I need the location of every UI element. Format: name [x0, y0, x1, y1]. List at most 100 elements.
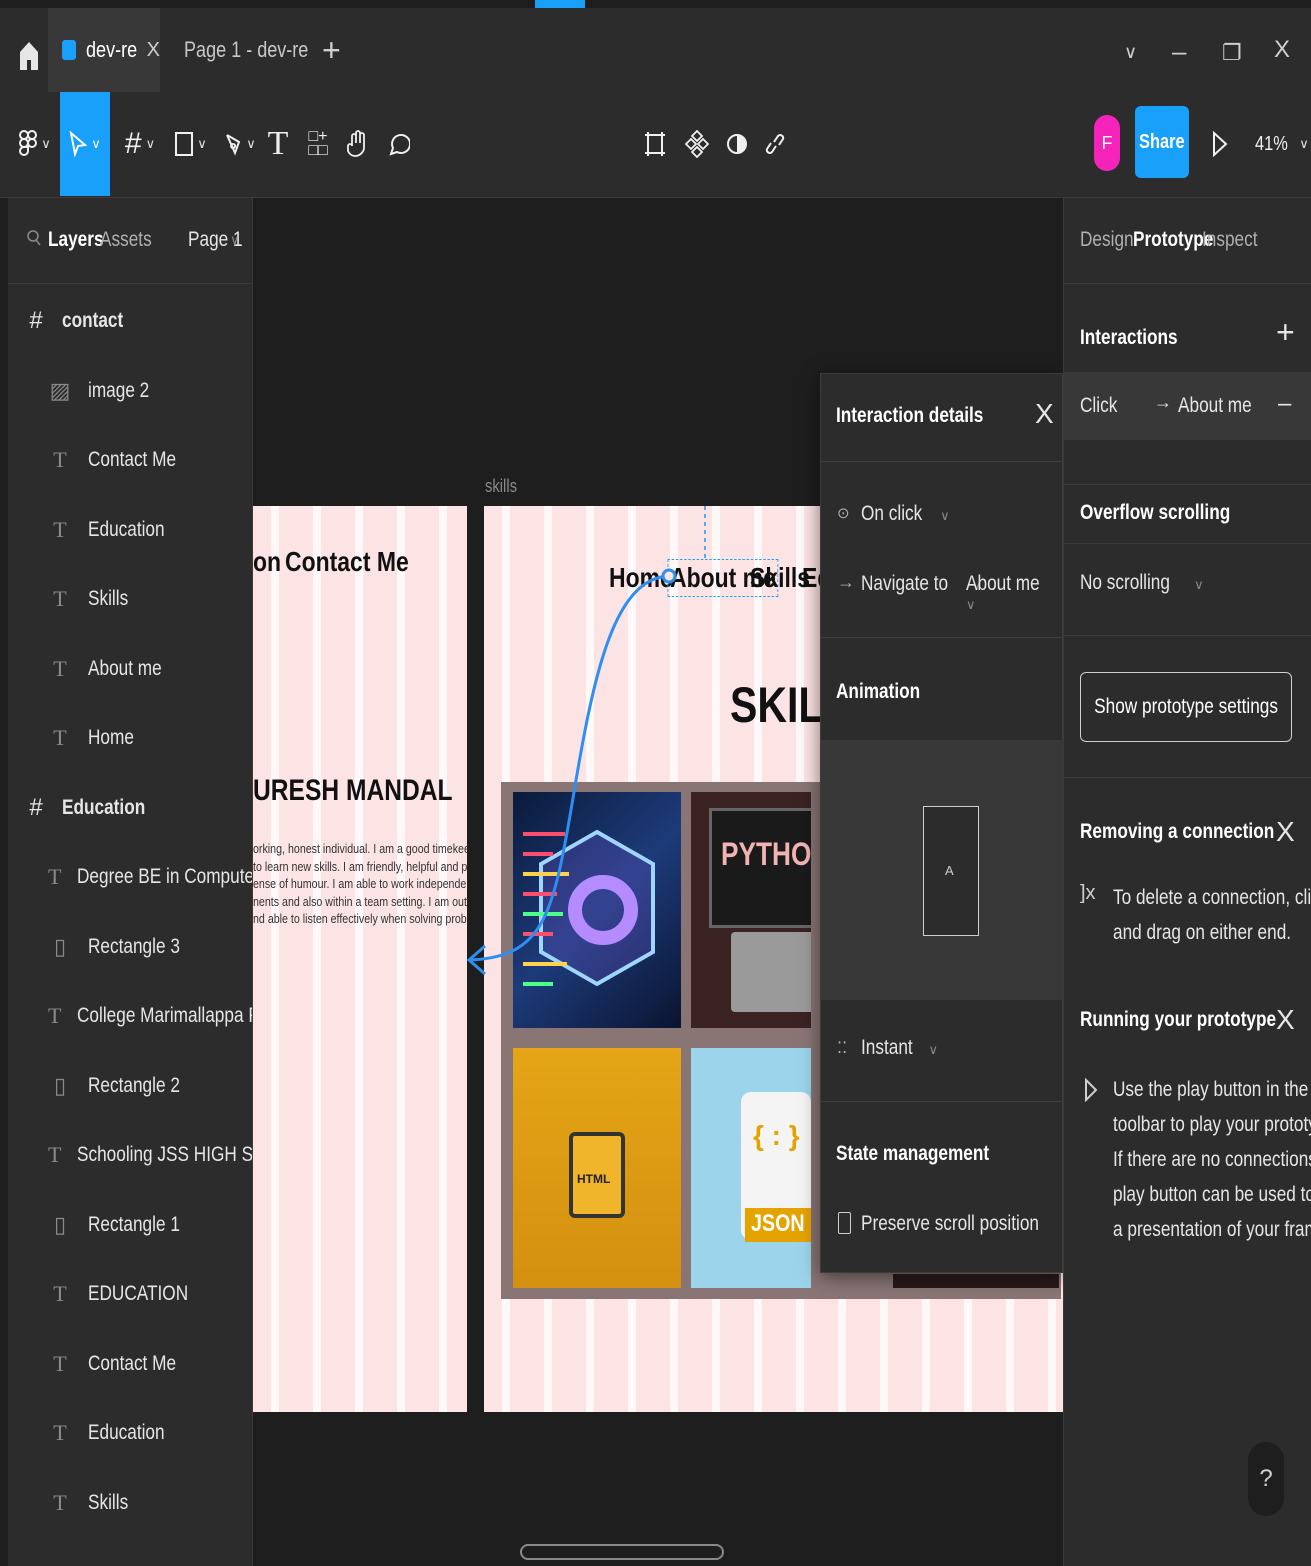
- page-selector[interactable]: Page 1: [188, 228, 252, 252]
- close-tip-icon[interactable]: X: [1276, 1004, 1295, 1036]
- action-dropdown[interactable]: Navigate to ∨: [861, 572, 981, 596]
- create-component-button[interactable]: [682, 118, 712, 170]
- interaction-row[interactable]: Click → About me –: [1064, 372, 1311, 440]
- close-window-icon[interactable]: X: [1274, 36, 1290, 64]
- text-layer-icon: T: [53, 725, 67, 750]
- share-button[interactable]: Share: [1135, 106, 1189, 178]
- tab-dev-re[interactable]: dev-re X: [48, 8, 160, 92]
- link-button[interactable]: [760, 118, 790, 170]
- resources-tool-button[interactable]: □+ □□: [304, 118, 332, 170]
- layer-row[interactable]: T Home: [8, 703, 252, 773]
- tab-label: dev-re: [86, 37, 138, 62]
- overflow-dropdown[interactable]: No scrolling ∨: [1080, 571, 1204, 595]
- layer-row[interactable]: T Schooling JSS HIGH SCHOOL...: [8, 1120, 252, 1190]
- hand-tool-button[interactable]: [342, 118, 374, 170]
- add-interaction-icon[interactable]: +: [1276, 314, 1295, 351]
- layer-label: contact: [62, 309, 124, 332]
- layer-row-frame[interactable]: # contact: [8, 286, 252, 356]
- layer-row[interactable]: ▯ Rectangle 1: [8, 1190, 252, 1260]
- layer-row[interactable]: T Degree BE in Computer Scien...: [8, 842, 252, 912]
- pen-tool-button[interactable]: ∨: [220, 118, 260, 170]
- tab-design[interactable]: Design: [1080, 228, 1134, 252]
- trigger-dropdown[interactable]: On click ∨: [861, 502, 950, 526]
- layer-label: Rectangle 1: [88, 1212, 180, 1236]
- connection-start-handle[interactable]: [661, 568, 677, 584]
- layer-row-frame[interactable]: # Education: [8, 773, 252, 843]
- layer-row[interactable]: ▯ Rectangle 3: [8, 912, 252, 982]
- text-layer-icon: T: [48, 1142, 62, 1167]
- show-prototype-settings-button[interactable]: Show prototype settings: [1080, 672, 1292, 742]
- layer-row[interactable]: T Education: [8, 1398, 252, 1468]
- close-tip-icon[interactable]: X: [1276, 816, 1295, 848]
- layer-row[interactable]: T Skills: [8, 564, 252, 634]
- tab-close-icon[interactable]: X: [147, 39, 160, 62]
- mask-button[interactable]: [722, 118, 752, 170]
- preserve-scroll-label[interactable]: Preserve scroll position: [861, 1212, 1039, 1236]
- preserve-scroll-checkbox[interactable]: [838, 1212, 851, 1234]
- instant-icon: ⁚⁚: [837, 1040, 848, 1057]
- component-tool-button[interactable]: [640, 118, 670, 170]
- shape-tool-button[interactable]: ∨: [170, 118, 212, 170]
- prototype-settings-label: Show prototype settings: [1094, 695, 1278, 718]
- running-text-line: a presentation of your frames.: [1113, 1218, 1311, 1241]
- home-icon[interactable]: [18, 38, 40, 72]
- frame-hash-icon: #: [124, 127, 142, 160]
- layer-label: Rectangle 3: [88, 934, 180, 958]
- comment-tool-button[interactable]: [384, 118, 414, 170]
- running-text-line: toolbar to play your prototype.: [1113, 1113, 1311, 1136]
- destination-dropdown[interactable]: About me ∨: [966, 572, 1064, 614]
- present-button[interactable]: [1206, 118, 1234, 170]
- rectangle-layer-icon: ▯: [53, 933, 67, 959]
- destination-value: About me: [966, 572, 1040, 595]
- layer-row[interactable]: ▯ Rectangle 2: [8, 1051, 252, 1121]
- image-layer-icon: ▨: [49, 377, 71, 403]
- transition-dropdown[interactable]: Instant ∨: [861, 1036, 938, 1060]
- layer-row[interactable]: T About me: [8, 634, 252, 704]
- canvas-scrollbar[interactable]: [520, 1544, 724, 1560]
- layer-label: College Marimallappa PU Coll...: [77, 1004, 252, 1027]
- tab-layers[interactable]: Layers: [48, 228, 104, 252]
- animation-title: Animation: [836, 680, 921, 703]
- tab-assets[interactable]: Assets: [100, 228, 152, 252]
- text-t-icon: T: [267, 125, 289, 162]
- restore-icon[interactable]: ❐: [1222, 40, 1242, 66]
- text-layer-icon: T: [48, 1003, 62, 1028]
- close-icon[interactable]: X: [1035, 398, 1054, 430]
- layer-row[interactable]: T College Marimallappa PU Coll...: [8, 981, 252, 1051]
- layer-label: Home: [88, 726, 134, 749]
- main-menu-button[interactable]: ∨: [18, 118, 52, 170]
- text-layer-icon: T: [53, 1489, 67, 1515]
- minimize-icon[interactable]: –: [1172, 36, 1186, 67]
- chevron-down-icon: ∨: [91, 136, 101, 151]
- figma-logo-icon: [19, 130, 38, 156]
- layer-label: Education: [88, 1421, 165, 1444]
- help-icon: ?: [1259, 1465, 1273, 1492]
- layer-row[interactable]: T Contact Me: [8, 425, 252, 495]
- avatar[interactable]: F: [1094, 115, 1120, 171]
- tab-inspect[interactable]: Inspect: [1202, 228, 1258, 252]
- move-tool-button[interactable]: ∨: [60, 92, 110, 196]
- frame-tool-button[interactable]: # ∨: [120, 118, 160, 170]
- rectangle-layer-icon: ▯: [53, 1211, 67, 1237]
- prototype-settings-section: Show prototype settings: [1064, 636, 1311, 778]
- layer-row[interactable]: ▨ image 2: [8, 356, 252, 426]
- tab-page-1[interactable]: Page 1 - dev-re: [160, 8, 314, 92]
- layer-row[interactable]: T Contact Me: [8, 1329, 252, 1399]
- help-button[interactable]: ?: [1248, 1442, 1284, 1516]
- text-tool-button[interactable]: T: [264, 118, 292, 170]
- chevron-down-icon: ∨: [940, 508, 950, 523]
- layer-row[interactable]: T Education: [8, 495, 252, 565]
- layer-label: About me: [88, 656, 162, 680]
- search-icon[interactable]: [26, 228, 42, 248]
- remove-interaction-icon[interactable]: –: [1278, 390, 1291, 418]
- layer-row[interactable]: T EDUCATION: [8, 1259, 252, 1329]
- component-frame-icon: [645, 132, 665, 156]
- layer-label: Rectangle 2: [88, 1073, 180, 1097]
- chevron-down-icon: ∨: [230, 232, 240, 247]
- overflow-title: Overflow scrolling: [1080, 501, 1231, 524]
- layer-row[interactable]: T Skills: [8, 1468, 252, 1538]
- add-tab-button[interactable]: +: [322, 32, 341, 69]
- chevron-down-icon: ∨: [246, 136, 256, 151]
- zoom-dropdown[interactable]: 41% ∨: [1255, 118, 1309, 170]
- window-menu-chevron-icon[interactable]: ∨: [1124, 42, 1137, 63]
